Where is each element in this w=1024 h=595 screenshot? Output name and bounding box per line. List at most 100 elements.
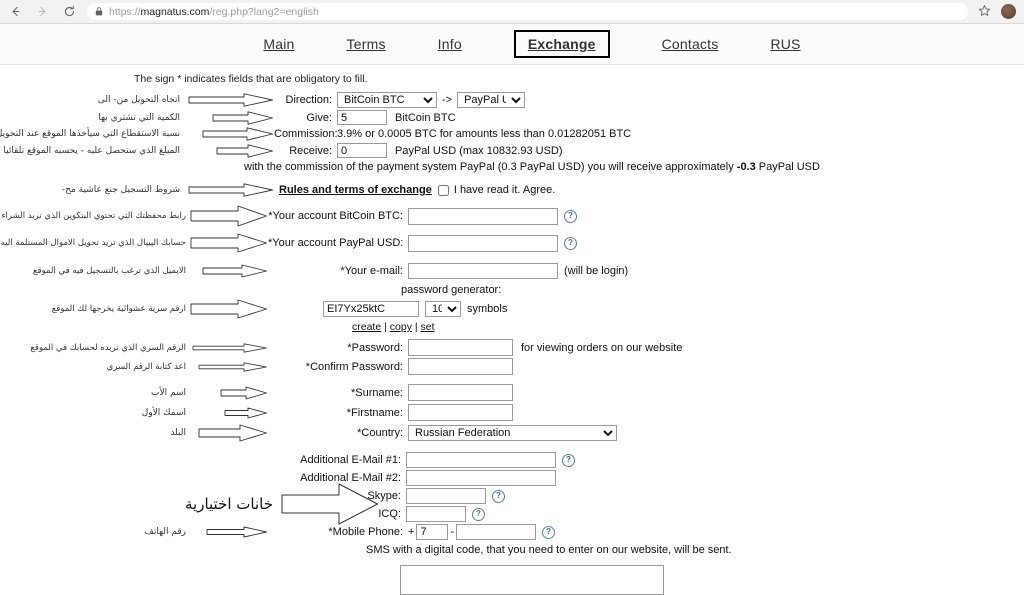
receive-arabic-label: المبلغ الذي ستحصل عليه - يحسبه الموقع تل… [0,145,180,156]
help-icon[interactable]: ? [564,236,577,250]
nav-link-info[interactable]: Info [438,36,462,52]
confirm-password-input[interactable] [408,358,513,375]
password-arabic-label: الرقم السري الذي تريده لحسابك في الموقع [30,342,186,353]
direction-arrow-text: -> [442,94,453,106]
additional-email-2-input[interactable] [406,470,556,486]
symbols-label: symbols [467,303,508,315]
direction-label: Direction: [285,94,332,106]
reload-icon[interactable] [62,4,77,19]
help-icon[interactable]: ? [542,525,556,539]
row-generator-links: create | copy | set [0,320,1024,334]
symbols-count-select[interactable]: 10 [425,301,461,317]
row-email: الايميل الذي ترغب بالتسجيل فيه في الموقع… [0,263,1024,279]
row-commission: نسبة الاستقطاع التي سيأخذها الموقع عند ا… [0,127,1024,141]
receive-unit: PayPal USD (max 10832.93 USD) [395,144,563,157]
email-hint: (will be login) [564,265,629,277]
confirm-password-label: *Confirm Password: [305,360,403,373]
rules-arrow-graphic [184,183,274,197]
set-link[interactable]: set [421,321,435,333]
email-input[interactable] [408,263,558,279]
agree-checkbox[interactable] [437,184,449,196]
generated-password-input[interactable] [323,301,419,317]
give-arrow-graphic [184,110,274,125]
email-label: *Your e-mail: [340,265,403,277]
firstname-input[interactable] [408,404,513,421]
nav-link-main[interactable]: Main [263,36,294,52]
copy-link[interactable]: copy [390,321,412,333]
give-input[interactable] [337,110,387,125]
row-additional-email-1: Additional E-Mail #1: ? [0,452,1024,468]
paypal-note-post: PayPal USD [755,161,820,173]
account-btc-arabic-label: رابط محفظتك التي تحتوي البتكوين الذي تري… [0,211,186,221]
surname-input[interactable] [408,384,513,401]
optional-section-callout: خانات اختيارية [185,483,379,525]
direction-to-select[interactable]: PayPal USD [457,92,526,108]
lock-icon [95,7,103,16]
row-account-btc: رابط محفظتك التي تحتوي البتكوين الذي تري… [0,205,1024,227]
optional-fields-arabic-label: خانات اختيارية [185,495,274,513]
account-btc-arrow-graphic [188,205,268,227]
paypal-note-pre: with the commission of the payment syste… [244,161,737,173]
give-label: Give: [306,111,332,124]
firstname-label: *Firstname: [346,406,403,419]
account-paypal-arrow-graphic [188,233,268,253]
help-icon[interactable]: ? [562,453,575,467]
receive-arrow-graphic [184,143,274,158]
icq-input[interactable] [406,506,466,522]
row-firstname: اسمك الأول *Firstname: [0,404,1024,421]
captcha-box[interactable] [400,565,664,595]
commission-arrow-graphic [184,127,274,141]
browser-toolbar: https://magnatus.com/reg.php?lang2=engli… [0,0,1024,24]
give-arabic-label: الكمية التي تشتري بها [98,112,180,123]
commission-label: Commission: [274,128,338,140]
address-bar[interactable]: https://magnatus.com/reg.php?lang2=engli… [87,3,968,20]
star-icon[interactable] [978,4,991,20]
row-surname: اسم الأب *Surname: [0,384,1024,401]
country-label: *Country: [357,427,403,439]
country-select[interactable]: Russian Federation [408,425,617,441]
url-path: /reg.php?lang2=english [209,5,319,18]
forward-arrow-icon[interactable] [35,4,50,19]
nav-link-contacts[interactable]: Contacts [662,36,719,52]
mobile-phone-label: *Mobile Phone: [328,526,403,538]
surname-label: *Surname: [351,386,403,399]
direction-from-select[interactable]: BitCoin BTC [337,92,437,108]
obligatory-fields-note: The sign * indicates fields that are obl… [134,73,368,85]
help-icon[interactable]: ? [492,489,505,503]
password-input[interactable] [408,339,513,356]
password-label: *Password: [347,341,403,354]
profile-avatar[interactable] [1001,4,1016,19]
account-btc-input[interactable] [408,207,558,225]
paypal-note-amount: -0.3 [736,161,756,173]
country-arrow-graphic [188,424,268,442]
link-separator-2: | [414,321,418,333]
receive-input[interactable] [337,143,387,158]
back-arrow-icon[interactable] [8,4,23,19]
sms-note: SMS with a digital code, that you need t… [366,544,732,556]
nav-link-terms[interactable]: Terms [347,36,386,52]
confirm-password-arabic-label: اعد كتابة الرقم السري [106,361,186,372]
password-generator-arrow-graphic [188,299,268,319]
help-icon[interactable]: ? [472,507,485,521]
site-navigation: Main Terms Info Exchange Contacts RUS [0,24,1024,65]
additional-email-1-input[interactable] [406,452,556,468]
row-password-generator: ارقم سرية عشوائية يخرجها لك الموقع 10 sy… [0,299,1024,319]
link-separator-1: | [384,321,387,333]
commission-arabic-label: نسبة الاستقطاع التي سيأخذها الموقع عند ا… [0,129,180,139]
agree-text: I have read it. Agree. [453,184,556,196]
row-confirm-password: اعد كتابة الرقم السري *Confirm Password: [0,358,1024,375]
rules-and-terms-link[interactable]: Rules and terms of exchange [279,183,432,197]
nav-link-exchange[interactable]: Exchange [513,30,610,58]
mobile-phone-arabic-label: رقم الهاتف [144,527,186,537]
direction-arabic-label: اتجاه التحويل من- الى [97,95,180,105]
phone-dash: - [450,526,455,538]
create-link[interactable]: create [352,321,381,333]
row-give: الكمية التي تشتري بها Give: BitCoin BTC [0,110,1024,125]
account-paypal-input[interactable] [408,234,558,252]
paypal-commission-note: with the commission of the payment syste… [40,161,1024,173]
url-domain: magnatus.com [140,5,210,18]
skype-input[interactable] [406,488,486,504]
email-arrow-graphic [188,264,268,278]
nav-link-rus[interactable]: RUS [770,36,800,52]
help-icon[interactable]: ? [564,209,577,223]
